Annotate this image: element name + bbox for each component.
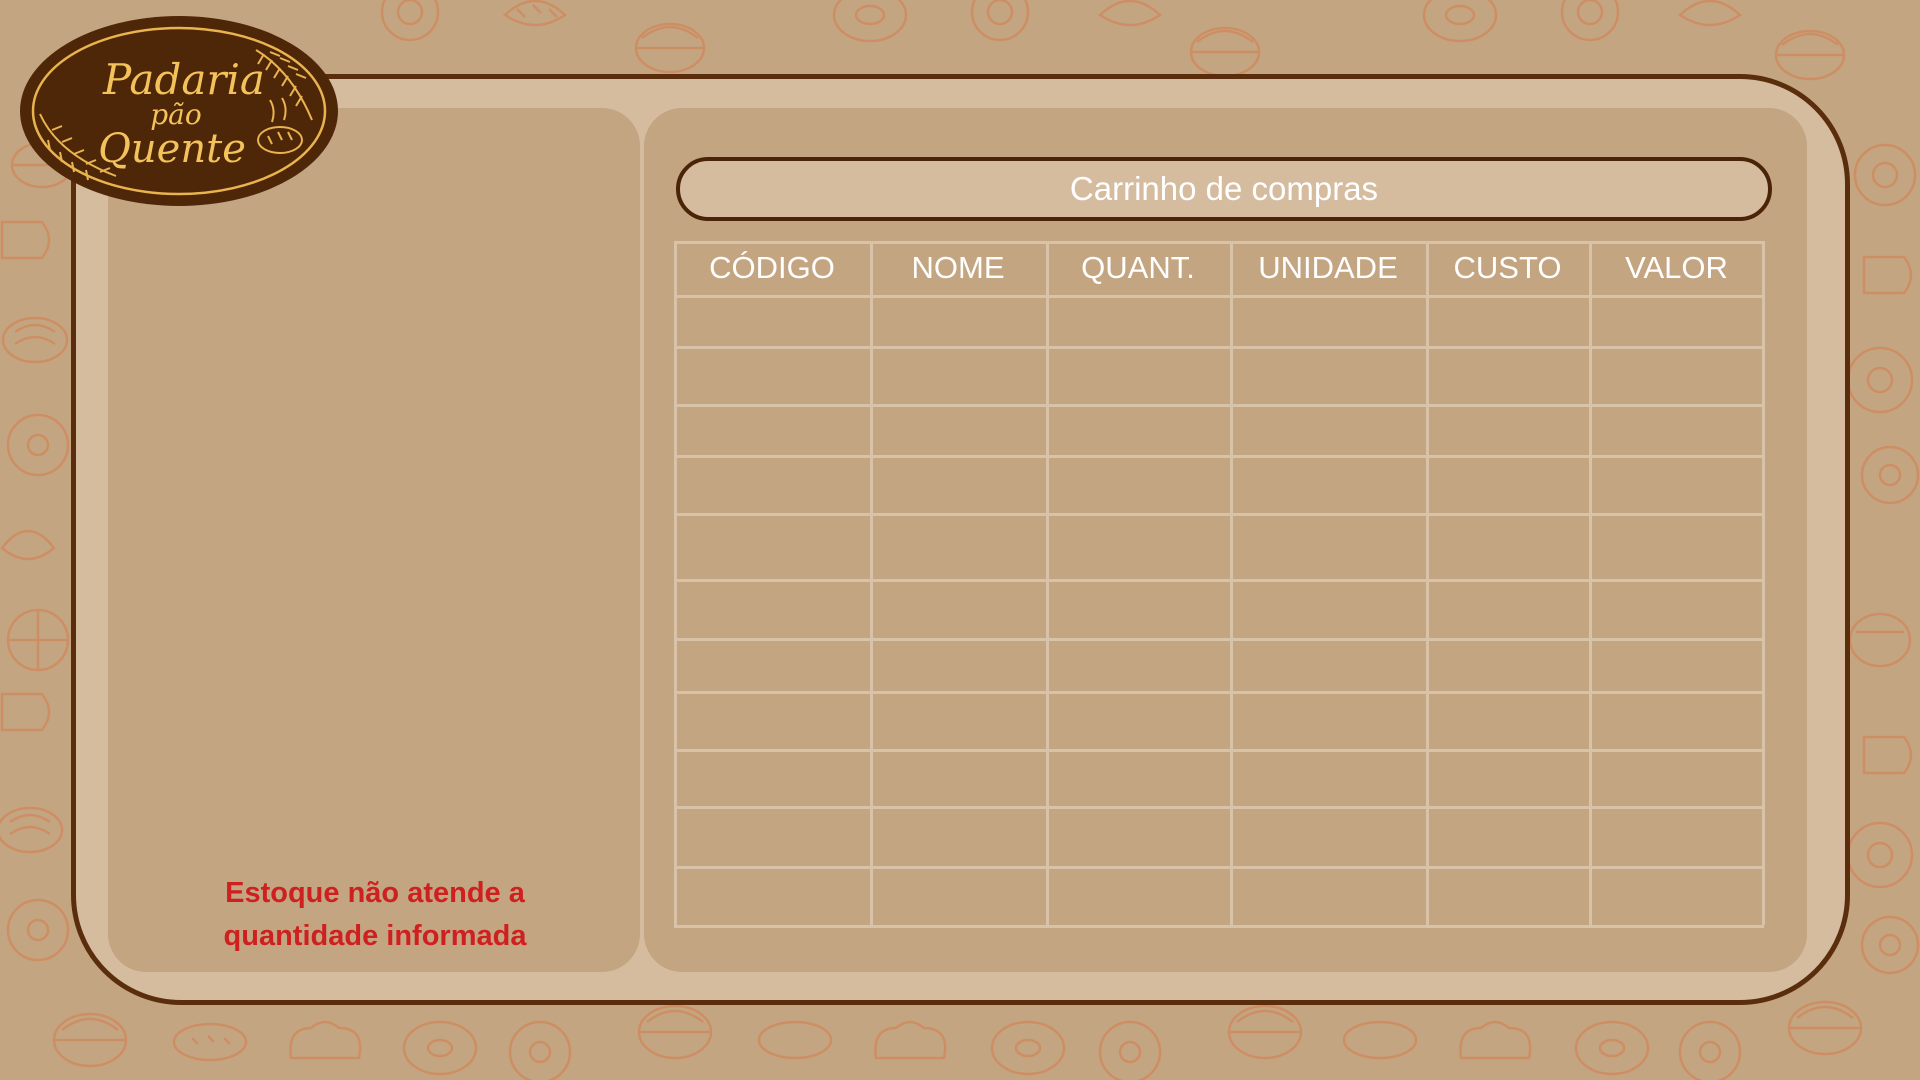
- grid-row-line: [674, 749, 1764, 752]
- logo-text-line3: Quente: [98, 126, 246, 172]
- grid-column-line: [1230, 241, 1233, 925]
- cart-title: Carrinho de compras: [676, 157, 1772, 221]
- cart-table[interactable]: CÓDIGO NOME QUANT. UNIDADE CUSTO VALOR: [674, 241, 1765, 928]
- stock-warning-message: Estoque não atende a quantidade informad…: [160, 872, 590, 958]
- grid-column-line: [1046, 241, 1049, 925]
- cart-table-header: CÓDIGO NOME QUANT. UNIDADE CUSTO VALOR: [674, 241, 1764, 295]
- grid-row-line: [674, 241, 1764, 244]
- grid-row-line: [674, 691, 1764, 694]
- app-screen: Padaria pão Quente Carrinho de compras C…: [0, 0, 1920, 1080]
- grid-row-line: [674, 295, 1764, 298]
- grid-row-line: [674, 346, 1764, 349]
- column-header-name: NOME: [911, 250, 1005, 285]
- bakery-logo: Padaria pão Quente: [20, 16, 338, 206]
- grid-column-line: [1426, 241, 1429, 925]
- product-panel: [108, 108, 640, 972]
- grid-column-line: [1762, 241, 1765, 925]
- grid-row-line: [674, 513, 1764, 516]
- grid-row-line: [674, 806, 1764, 809]
- stock-warning-line2: quantidade informada: [223, 920, 527, 952]
- grid-row-line: [674, 866, 1764, 869]
- stock-warning-line1: Estoque não atende a: [225, 877, 525, 909]
- grid-row-line: [674, 579, 1764, 582]
- grid-row-line: [674, 638, 1764, 641]
- column-header-value: VALOR: [1625, 250, 1728, 285]
- grid-column-line: [674, 241, 677, 925]
- column-header-cost: CUSTO: [1453, 250, 1562, 285]
- column-header-unit: UNIDADE: [1258, 250, 1398, 285]
- column-header-code: CÓDIGO: [709, 250, 835, 285]
- grid-row-line: [674, 455, 1764, 458]
- grid-column-line: [870, 241, 873, 925]
- logo-text-line1: Padaria: [102, 55, 265, 104]
- grid-row-line: [674, 925, 1764, 928]
- grid-column-line: [1589, 241, 1592, 925]
- column-header-quantity: QUANT.: [1081, 250, 1195, 285]
- grid-row-line: [674, 404, 1764, 407]
